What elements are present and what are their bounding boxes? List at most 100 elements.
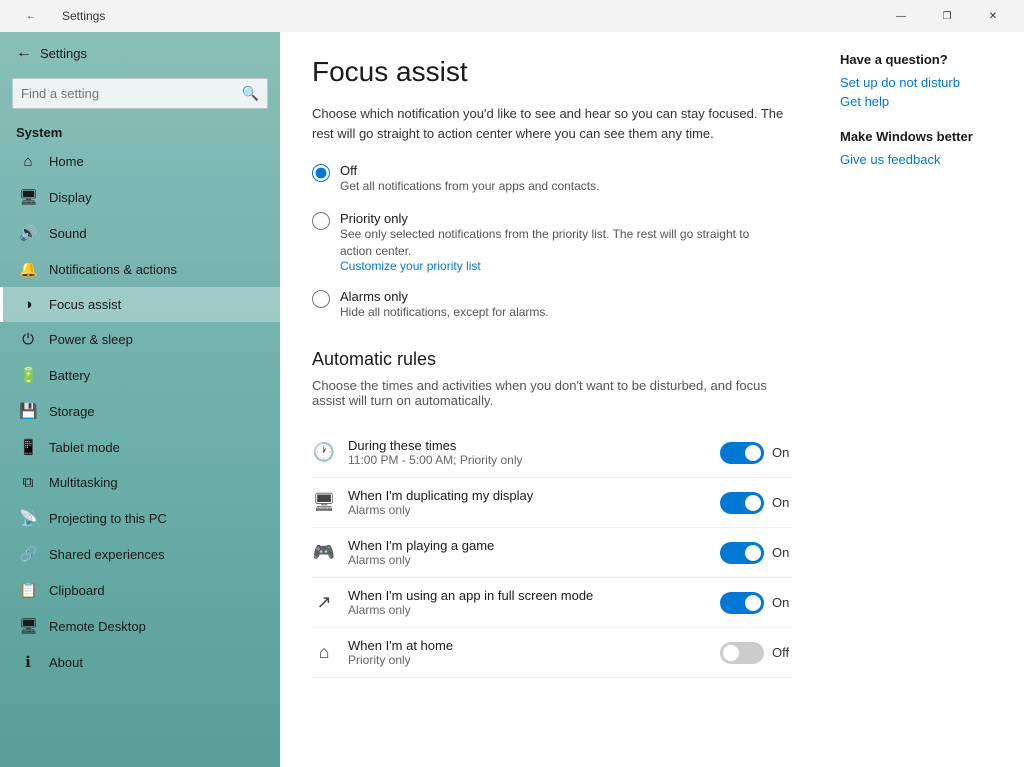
power-icon: ⏻: [19, 331, 37, 348]
sound-icon: 🔊: [19, 224, 37, 242]
toggle-label-home: Off: [772, 645, 792, 660]
titlebar-title: Settings: [62, 9, 105, 23]
toggle-duplicating[interactable]: [720, 492, 764, 514]
nav-items: ⌂ Home 🖥 Display 🔊 Sound 🔔 Notifications…: [0, 144, 280, 680]
shared-icon: 🔗: [19, 545, 37, 563]
radio-content-alarms: Alarms only Hide all notifications, exce…: [340, 289, 549, 321]
radio-label-priority: Priority only: [340, 211, 760, 226]
remote-icon: 🖥: [19, 617, 37, 635]
page-title: Focus assist: [312, 56, 792, 88]
radio-link-priority[interactable]: Customize your priority list: [340, 259, 760, 273]
toggle-container-fullscreen: On: [720, 592, 792, 614]
toggle-fullscreen[interactable]: [720, 592, 764, 614]
sidebar-item-about[interactable]: ℹ About: [0, 644, 280, 680]
nav-label-multitasking: Multitasking: [49, 475, 118, 490]
rule-subtitle-home: Priority only: [348, 653, 708, 667]
nav-label-about: About: [49, 655, 83, 670]
radio-off[interactable]: [312, 164, 330, 182]
help-sidebar: Have a question? Set up do not disturbGe…: [824, 32, 1024, 767]
radio-item-alarms: Alarms only Hide all notifications, exce…: [312, 289, 792, 321]
nav-label-projecting: Projecting to this PC: [49, 511, 167, 526]
sidebar-item-clipboard[interactable]: 📋 Clipboard: [0, 572, 280, 608]
sidebar: ← Settings 🔍 System ⌂ Home 🖥 Display 🔊 S…: [0, 32, 280, 767]
sidebar-item-home[interactable]: ⌂ Home: [0, 144, 280, 179]
sidebar-item-battery[interactable]: 🔋 Battery: [0, 357, 280, 393]
back-arrow-icon: ←: [16, 44, 32, 62]
rule-item-during-times: 🕐 During these times 11:00 PM - 5:00 AM;…: [312, 428, 792, 478]
rule-text-during-times: During these times 11:00 PM - 5:00 AM; P…: [348, 438, 708, 467]
radio-label-alarms: Alarms only: [340, 289, 549, 304]
radio-priority[interactable]: [312, 212, 330, 230]
radio-alarms[interactable]: [312, 290, 330, 308]
sidebar-item-sound[interactable]: 🔊 Sound: [0, 215, 280, 251]
rule-text-duplicating: When I'm duplicating my display Alarms o…: [348, 488, 708, 517]
rule-title-duplicating: When I'm duplicating my display: [348, 488, 708, 503]
minimize-button[interactable]: —: [878, 0, 924, 32]
radio-sublabel-alarms: Hide all notifications, except for alarm…: [340, 304, 549, 321]
system-section-label: System: [0, 117, 280, 144]
back-icon: ←: [26, 11, 36, 22]
sidebar-item-projecting[interactable]: 📡 Projecting to this PC: [0, 500, 280, 536]
rules-container: 🕐 During these times 11:00 PM - 5:00 AM;…: [312, 428, 792, 678]
make-better-label: Make Windows better: [840, 129, 1008, 144]
rule-subtitle-fullscreen: Alarms only: [348, 603, 708, 617]
sidebar-item-shared[interactable]: 🔗 Shared experiences: [0, 536, 280, 572]
close-button[interactable]: ✕: [970, 0, 1016, 32]
main-content: Focus assist Choose which notification y…: [280, 32, 824, 767]
toggle-label-during-times: On: [772, 445, 792, 460]
sidebar-item-tablet[interactable]: 📱 Tablet mode: [0, 429, 280, 465]
rule-icon-home: ⌂: [312, 642, 336, 663]
toggle-gaming[interactable]: [720, 542, 764, 564]
display-icon: 🖥: [19, 188, 37, 206]
page-description: Choose which notification you'd like to …: [312, 104, 792, 143]
home-icon: ⌂: [19, 153, 37, 170]
radio-sublabel-priority: See only selected notifications from the…: [340, 226, 760, 260]
rule-title-fullscreen: When I'm using an app in full screen mod…: [348, 588, 708, 603]
radio-content-off: Off Get all notifications from your apps…: [340, 163, 599, 195]
sidebar-item-display[interactable]: 🖥 Display: [0, 179, 280, 215]
sidebar-item-multitasking[interactable]: ⧉ Multitasking: [0, 465, 280, 500]
sidebar-item-storage[interactable]: 💾 Storage: [0, 393, 280, 429]
toggle-during-times[interactable]: [720, 442, 764, 464]
sidebar-item-remote[interactable]: 🖥 Remote Desktop: [0, 608, 280, 644]
nav-label-storage: Storage: [49, 404, 95, 419]
toggle-label-gaming: On: [772, 545, 792, 560]
back-button[interactable]: ←: [8, 0, 54, 32]
titlebar-left: ← Settings: [8, 0, 105, 32]
toggle-container-home: Off: [720, 642, 792, 664]
sidebar-item-focus[interactable]: ◑ Focus assist: [0, 287, 280, 322]
feedback-link[interactable]: Give us feedback: [840, 152, 1008, 167]
storage-icon: 💾: [19, 402, 37, 420]
rule-subtitle-gaming: Alarms only: [348, 553, 708, 567]
radio-content-priority: Priority only See only selected notifica…: [340, 211, 760, 274]
rule-subtitle-duplicating: Alarms only: [348, 503, 708, 517]
help-link-0[interactable]: Set up do not disturb: [840, 75, 1008, 90]
radio-group: Off Get all notifications from your apps…: [312, 163, 792, 321]
rule-item-fullscreen: ↗ When I'm using an app in full screen m…: [312, 578, 792, 628]
radio-label-off: Off: [340, 163, 599, 178]
toggle-label-fullscreen: On: [772, 595, 792, 610]
sidebar-item-power[interactable]: ⏻ Power & sleep: [0, 322, 280, 357]
about-icon: ℹ: [19, 653, 37, 671]
rule-item-home: ⌂ When I'm at home Priority only Off: [312, 628, 792, 678]
rule-title-gaming: When I'm playing a game: [348, 538, 708, 553]
sidebar-search: 🔍: [12, 78, 268, 109]
nav-label-notifications: Notifications & actions: [49, 262, 177, 277]
automatic-rules-section: Automatic rules Choose the times and act…: [312, 349, 792, 678]
automatic-rules-title: Automatic rules: [312, 349, 792, 370]
sidebar-back-button[interactable]: ← Settings: [0, 32, 280, 74]
sidebar-item-notifications[interactable]: 🔔 Notifications & actions: [0, 251, 280, 287]
toggle-home[interactable]: [720, 642, 764, 664]
nav-label-shared: Shared experiences: [49, 547, 165, 562]
rule-item-gaming: 🎮 When I'm playing a game Alarms only On: [312, 528, 792, 578]
focus-icon: ◑: [19, 296, 37, 313]
maximize-button[interactable]: ❐: [924, 0, 970, 32]
toggle-container-during-times: On: [720, 442, 792, 464]
notifications-icon: 🔔: [19, 260, 37, 278]
rule-icon-fullscreen: ↗: [312, 592, 336, 613]
rule-item-duplicating: 🖥 When I'm duplicating my display Alarms…: [312, 478, 792, 528]
nav-label-tablet: Tablet mode: [49, 440, 120, 455]
battery-icon: 🔋: [19, 366, 37, 384]
search-input[interactable]: [13, 80, 234, 107]
help-link-1[interactable]: Get help: [840, 94, 1008, 109]
